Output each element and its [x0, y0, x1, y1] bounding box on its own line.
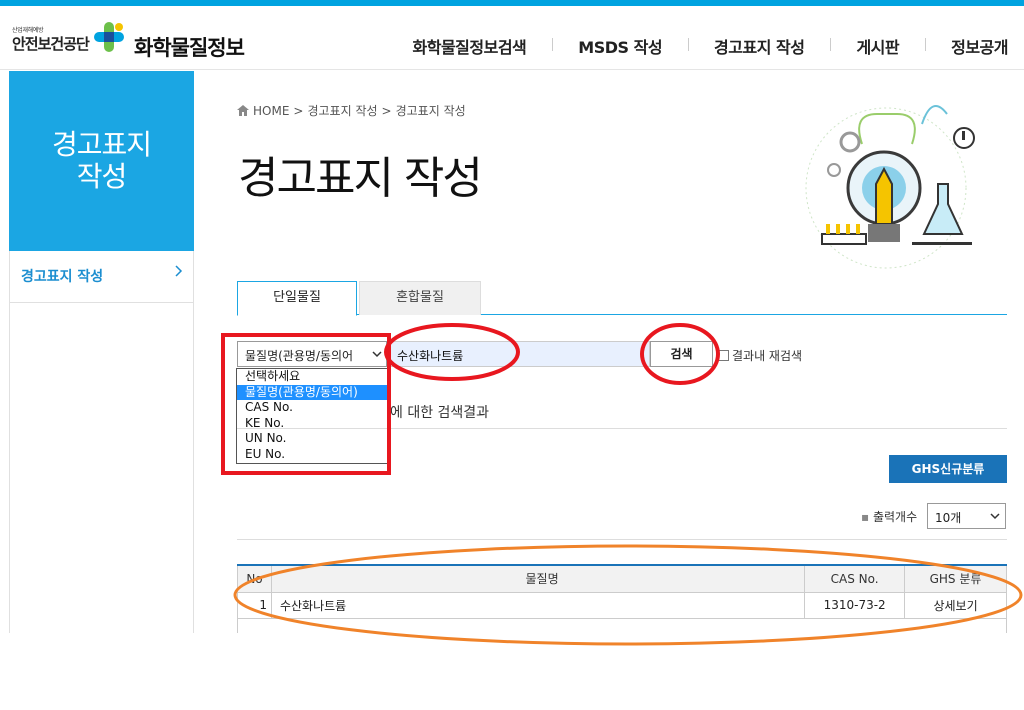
org-logo-name: 안전보건공단: [12, 35, 90, 53]
nav-chemical-search[interactable]: 화학물질정보검색: [387, 34, 553, 58]
kosha-cross-logo-icon: [94, 22, 124, 52]
search-input[interactable]: 수산화나트륨: [388, 341, 650, 367]
breadcrumb-separator: >: [381, 103, 392, 118]
search-within-results-label: 결과내 재검색: [732, 349, 803, 363]
search-type-select[interactable]: 물질명(관용명/동의어: [237, 341, 387, 367]
chevron-right-icon: [175, 265, 183, 277]
chevron-down-icon: [990, 513, 1000, 520]
col-header-cas: CAS No.: [804, 564, 906, 593]
col-header-ghs: GHS 분류: [904, 564, 1007, 593]
ghs-new-classification-button[interactable]: GHS신규분류: [889, 455, 1007, 483]
sidebar-item-warning-label[interactable]: 경고표지 작성: [10, 251, 193, 303]
sidebar-heading-line1: 경고표지: [51, 128, 152, 161]
cell-no: 1: [237, 591, 272, 619]
per-page-label: ▪ 출력개수: [861, 508, 917, 525]
view-detail-link[interactable]: 상세보기: [904, 591, 1007, 619]
main-nav: 화학물질정보검색 MSDS 작성 경고표지 작성 게시판 정보공개: [387, 34, 1024, 58]
sidebar: 경고표지 작성: [9, 251, 194, 633]
nav-board[interactable]: 게시판: [830, 34, 925, 58]
search-mode-tabs: 단일물질 혼합물질: [237, 281, 1007, 316]
nav-info-disclosure[interactable]: 정보공개: [925, 34, 1024, 58]
breadcrumb-item[interactable]: 경고표지 작성: [396, 102, 466, 119]
divider: [237, 539, 1007, 540]
org-logo-tagline: 산업재해예방: [12, 27, 44, 34]
sidebar-heading: 경고표지 작성: [9, 71, 194, 251]
home-icon: [237, 105, 249, 116]
nav-msds[interactable]: MSDS 작성: [552, 34, 688, 58]
divider: [237, 428, 1007, 429]
search-type-selected-value: 물질명(관용명/동의어: [245, 349, 354, 363]
org-logo[interactable]: 산업재해예방 안전보건공단: [12, 27, 102, 53]
site-title[interactable]: 화학물질정보: [134, 32, 245, 62]
search-type-dropdown: 선택하세요 물질명(관용명/동의어) CAS No. KE No. UN No.…: [236, 368, 388, 464]
dropdown-option[interactable]: 선택하세요: [237, 369, 387, 385]
breadcrumb-item[interactable]: 경고표지 작성: [307, 102, 377, 119]
sidebar-item-label: 경고표지 작성: [21, 269, 104, 285]
col-header-no: No: [237, 564, 272, 593]
lab-lightbulb-illustration: [805, 105, 975, 269]
tab-mixture[interactable]: 혼합물질: [359, 281, 481, 315]
breadcrumb-separator: >: [293, 103, 304, 118]
col-header-name: 물질명: [270, 564, 806, 593]
search-within-results-checkbox[interactable]: [718, 350, 729, 361]
per-page-select[interactable]: 10개: [927, 503, 1006, 529]
page-title: 경고표지 작성: [238, 153, 483, 204]
breadcrumb-home[interactable]: HOME: [253, 104, 289, 118]
table-footer-space: [237, 618, 1007, 633]
tab-single-substance[interactable]: 단일물질: [237, 281, 357, 316]
search-within-results[interactable]: 결과내 재검색: [718, 347, 802, 364]
search-result-heading: 에 대한 검색결과: [390, 405, 490, 421]
dropdown-option-highlighted[interactable]: 물질명(관용명/동의어): [237, 384, 387, 400]
breadcrumb: HOME > 경고표지 작성 > 경고표지 작성: [237, 102, 466, 119]
dropdown-option[interactable]: UN No.: [237, 431, 387, 447]
sidebar-heading-line2: 작성: [76, 160, 128, 193]
result-table: No 물질명 CAS No. GHS 분류 1 수산화나트륨 1310-73-2…: [237, 564, 1007, 619]
site-header: 산업재해예방 안전보건공단 화학물질정보 화학물질정보검색 MSDS 작성 경고…: [0, 6, 1024, 70]
bullet-icon: ▪: [861, 510, 873, 524]
chevron-down-icon: [372, 351, 382, 358]
search-button[interactable]: 검색: [650, 341, 713, 367]
nav-warning-label[interactable]: 경고표지 작성: [688, 34, 830, 58]
per-page-label-text: 출력개수: [872, 510, 918, 524]
table-header-row: No 물질명 CAS No. GHS 분류: [237, 564, 1007, 593]
cell-cas-no: 1310-73-2: [804, 591, 906, 619]
cell-substance-name[interactable]: 수산화나트륨: [270, 591, 806, 619]
table-row: 1 수산화나트륨 1310-73-2 상세보기: [237, 591, 1007, 619]
per-page-value: 10개: [935, 511, 962, 525]
dropdown-option[interactable]: EU No.: [237, 447, 387, 463]
dropdown-option[interactable]: CAS No.: [237, 400, 387, 416]
